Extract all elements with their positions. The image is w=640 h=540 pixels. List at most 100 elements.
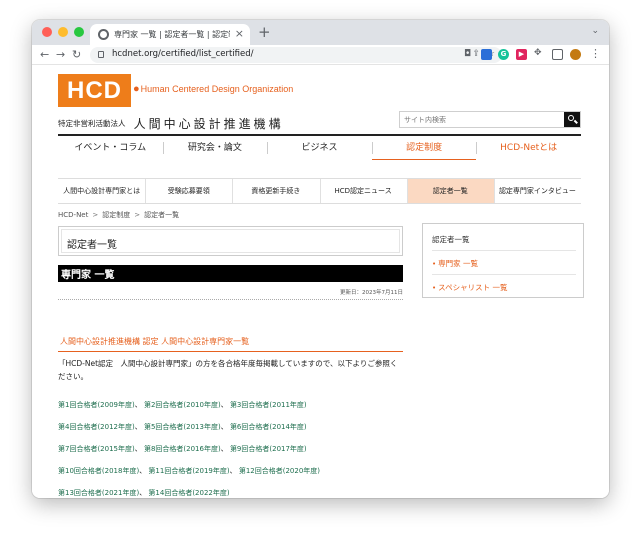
breadcrumb-separator: > [134,211,141,219]
nav-item-research[interactable]: 研究会・論文 [162,136,268,160]
link-2022[interactable]: 第14回合格者(2022年度) [148,489,229,497]
reload-button[interactable]: ↻ [72,48,81,62]
sidebar-item-label: スペシャリスト 一覧 [438,283,508,292]
link-2019[interactable]: 第11回合格者(2019年度) [148,467,229,475]
nav-item-events[interactable]: イベント・コラム [58,136,163,160]
side-panel-icon[interactable] [552,49,563,60]
search-button[interactable] [564,112,580,127]
tab-close-icon[interactable]: × [235,27,244,41]
list-separator: 、 [134,423,142,431]
link-row: 第7回合格者(2015年度)、 第8回合格者(2016年度)、 第9回合格者(2… [58,438,408,460]
main-nav: イベント・コラム 研究会・論文 ビジネス 認定制度 HCD-Netとは [58,134,581,160]
sidebar: 認定者一覧 • 専門家 一覧 • スペシャリスト 一覧 [422,223,584,298]
profile-avatar[interactable] [570,49,581,60]
nav-item-business[interactable]: ビジネス [267,136,372,160]
list-separator: 、 [229,467,237,475]
breadcrumb-separator: > [92,211,99,219]
list-separator: 、 [134,445,142,453]
year-links: 第1回合格者(2009年度)、 第2回合格者(2010年度)、 第3回合格者(2… [58,394,408,498]
link-2011[interactable]: 第3回合格者(2011年度) [230,401,307,409]
org-prefix: 特定非営利活動法人 [58,119,126,128]
bullet-icon: • [432,260,437,268]
link-2016[interactable]: 第8回合格者(2016年度) [144,445,221,453]
address-bar[interactable]: hcdnet.org/certified/list_certified/ ⇪ ☆ [90,47,502,63]
section-title: 専門家 一覧 [61,270,115,281]
grammarly-extension-icon[interactable]: G [498,49,509,60]
browser-menu-icon[interactable]: ⋮ [590,47,601,60]
link-row: 第4回合格者(2012年度)、 第5回合格者(2013年度)、 第6回合格者(2… [58,416,408,438]
camera-icon[interactable]: ◘ [464,49,471,59]
globe-icon [98,29,109,40]
subnav-item-interview[interactable]: 認定専門家インタビュー [493,179,581,203]
link-2009[interactable]: 第1回合格者(2009年度) [58,401,135,409]
minimize-window-button[interactable] [58,27,68,37]
link-2020[interactable]: 第12回合格者(2020年度) [239,467,320,475]
back-button[interactable]: ← [40,48,49,62]
subnav-item-renewal[interactable]: 資格更新手続き [232,179,319,203]
intro-text: 「HCD-Net認定 人間中心設計専門家」の方を各合格年度毎掲載していますので、… [58,359,398,381]
site-search [399,111,581,128]
nav-item-certification[interactable]: 認定制度 [371,136,477,160]
puzzle-extensions-icon[interactable]: ✥ [534,48,542,58]
subnav-item-application[interactable]: 受験応募要領 [145,179,232,203]
close-window-button[interactable] [42,27,52,37]
link-2010[interactable]: 第2回合格者(2010年度) [144,401,221,409]
subnav-item-what-is[interactable]: 人間中心設計専門家とは [58,179,145,203]
browser-toolbar: ← → ↻ hcdnet.org/certified/list_certifie… [32,45,609,65]
logo-subtitle: ●Human Centered Design Organization [133,83,293,95]
search-icon [568,115,574,121]
red-extension-icon[interactable]: ▶ [516,49,527,60]
list-separator: 、 [220,445,228,453]
lock-icon[interactable] [98,51,104,58]
sidebar-divider [432,250,576,251]
hcd-logo[interactable]: HCD [58,74,131,107]
link-2017[interactable]: 第9回合格者(2017年度) [230,445,307,453]
organization-name: 特定非営利活動法人 人間中心設計推進機構 [58,113,284,132]
active-tab[interactable]: 専門家 一覧 | 認定者一覧 | 認定制度 × [90,24,250,45]
sidebar-item-label: 専門家 一覧 [438,259,479,268]
url-text[interactable]: hcdnet.org/certified/list_certified/ [112,49,254,59]
list-separator: 、 [139,489,147,497]
tab-title: 専門家 一覧 | 認定者一覧 | 認定制度 [114,30,230,39]
logo-subtitle-text: Human Centered Design Organization [140,84,294,94]
share-icon[interactable]: ⇪ [472,49,480,59]
link-2018[interactable]: 第10回合格者(2018年度) [58,467,139,475]
search-input[interactable] [400,112,565,127]
updated-date: 更新日：2023年7月11日 [340,290,403,296]
link-row: 第10回合格者(2018年度)、 第11回合格者(2019年度)、 第12回合格… [58,460,408,482]
list-separator: 、 [134,401,142,409]
link-row: 第1回合格者(2009年度)、 第2回合格者(2010年度)、 第3回合格者(2… [58,394,408,416]
logo-dot-icon: ● [133,83,140,95]
org-name: 人間中心設計推進機構 [133,117,284,131]
breadcrumb-current: 認定者一覧 [144,211,180,219]
page-title-box: 認定者一覧 [58,226,403,256]
breadcrumb-home[interactable]: HCD-Net [58,211,88,219]
maximize-window-button[interactable] [74,27,84,37]
link-2015[interactable]: 第7回合格者(2015年度) [58,445,135,453]
new-tab-button[interactable]: + [258,24,271,40]
section-title-bar: 専門家 一覧 [58,265,403,282]
forward-button[interactable]: → [56,48,65,62]
list-separator: 、 [220,423,228,431]
tab-search-icon[interactable]: ⌄ [591,26,599,36]
breadcrumb: HCD-Net > 認定制度 > 認定者一覧 [58,210,179,220]
divider [58,299,403,300]
sub-nav: 人間中心設計専門家とは 受験応募要領 資格更新手続き HCD認定ニュース 認定者… [58,178,581,204]
web-page: HCD ●Human Centered Design Organization … [32,66,609,498]
breadcrumb-certification[interactable]: 認定制度 [102,211,130,219]
browser-window: 専門家 一覧 | 認定者一覧 | 認定制度 × + ⌄ ← → ↻ hcdnet… [32,20,609,498]
subnav-item-certified-list[interactable]: 認定者一覧 [406,179,494,203]
sidebar-item-specialists[interactable]: • スペシャリスト 一覧 [432,282,576,293]
list-separator: 、 [220,401,228,409]
bullet-icon: • [432,284,437,292]
translate-extension-icon[interactable] [481,49,492,60]
tab-bar: 専門家 一覧 | 認定者一覧 | 認定制度 × + ⌄ [32,20,609,45]
nav-item-about[interactable]: HCD-Netとは [476,136,581,160]
link-2013[interactable]: 第5回合格者(2013年度) [144,423,221,431]
link-2021[interactable]: 第13回合格者(2021年度) [58,489,139,497]
sidebar-item-experts[interactable]: • 専門家 一覧 [432,258,576,269]
link-2014[interactable]: 第6回合格者(2014年度) [230,423,307,431]
subnav-item-news[interactable]: HCD認定ニュース [319,179,407,203]
link-2012[interactable]: 第4回合格者(2012年度) [58,423,135,431]
sidebar-divider [432,274,576,275]
